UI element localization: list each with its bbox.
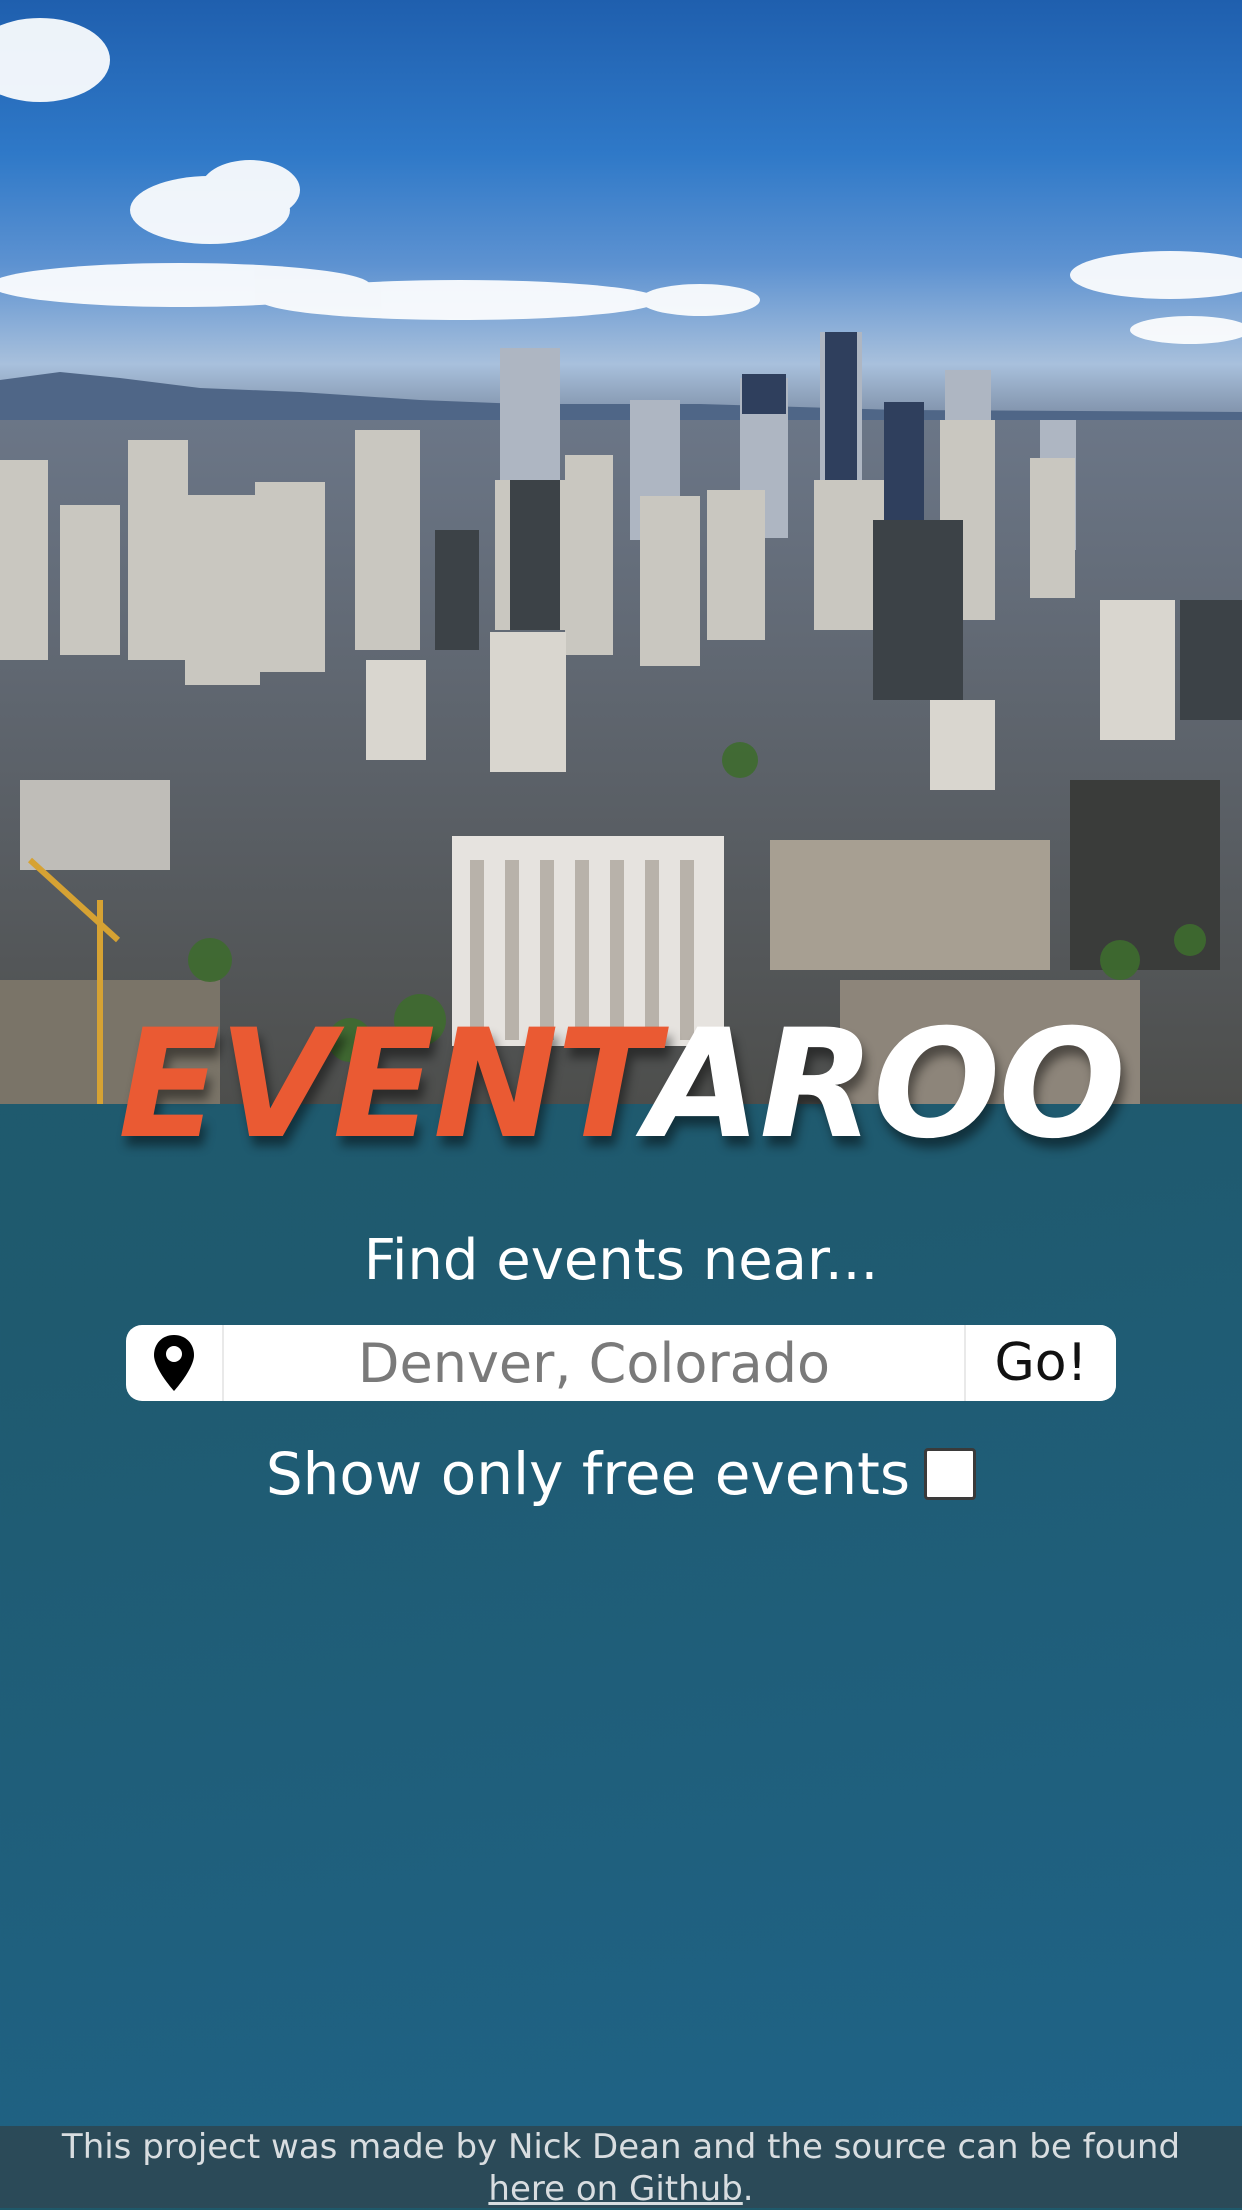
- location-search-input[interactable]: [222, 1325, 966, 1401]
- page-footer: This project was made by Nick Dean and t…: [0, 2126, 1242, 2209]
- logo-part-aroo: AROO: [645, 998, 1126, 1172]
- map-pin-icon: [126, 1325, 222, 1401]
- free-events-checkbox[interactable]: [924, 1448, 977, 1500]
- github-link[interactable]: here on Github: [488, 2169, 742, 2209]
- footer-text: This project was made by Nick Dean and t…: [61, 2127, 1181, 2167]
- app-logo: EVENTAROO: [0, 1010, 1242, 1160]
- footer-trailing: .: [742, 2169, 754, 2209]
- free-events-label: Show only free events: [265, 1440, 911, 1508]
- hero-skyline-image: [0, 0, 1242, 1104]
- go-button[interactable]: Go!: [966, 1325, 1116, 1401]
- logo-part-event: EVENT: [118, 998, 647, 1172]
- location-search-bar: Go!: [126, 1325, 1116, 1401]
- free-events-filter: Show only free events: [0, 1436, 1242, 1512]
- city-skyline-illustration: [0, 18, 1242, 1104]
- find-events-heading: Find events near...: [363, 1228, 879, 1293]
